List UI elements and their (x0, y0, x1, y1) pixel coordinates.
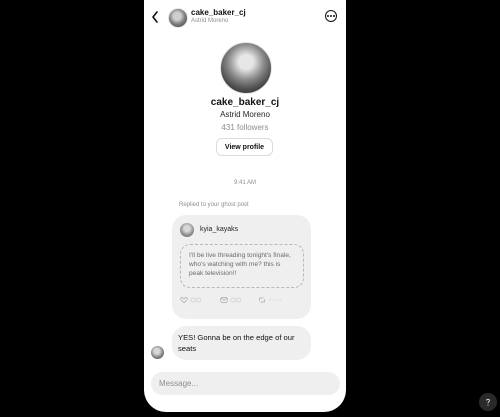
post-author-username: kyia_kayaks (200, 226, 239, 233)
share-icon (259, 297, 265, 303)
sender-avatar (151, 346, 164, 359)
shared-post-card[interactable]: kyia_kayaks I'll be live threading tonig… (172, 215, 311, 319)
share-count-placeholder (269, 299, 283, 301)
header-username[interactable]: cake_baker_cj (191, 8, 246, 17)
profile-followers: 431 followers (221, 123, 269, 132)
message-timestamp: 9:41 AM (233, 180, 256, 186)
share-action (258, 295, 284, 305)
dot (326, 15, 329, 17)
comment-icon (220, 297, 228, 303)
more-options-icon[interactable] (325, 10, 337, 22)
header-avatar[interactable] (168, 8, 188, 28)
like-count-placeholder (190, 297, 202, 303)
like-action (180, 295, 202, 305)
post-author-avatar (180, 223, 194, 237)
view-profile-button[interactable]: View profile (216, 138, 273, 156)
header-fullname: Astrid Moreno (191, 18, 229, 24)
dot (333, 15, 336, 17)
back-chevron-icon[interactable] (150, 9, 162, 25)
ghost-post-text: I'll be live threading tonight's finale,… (180, 244, 304, 288)
reply-message-bubble[interactable]: YES! Gonna be on the edge of our seats (172, 326, 311, 360)
conversation-header: cake_baker_cj Astrid Moreno (144, 0, 346, 34)
help-icon[interactable] (479, 393, 497, 411)
profile-fullname: Astrid Moreno (220, 110, 270, 119)
profile-username: cake_baker_cj (210, 97, 280, 108)
profile-avatar[interactable] (220, 42, 272, 94)
comment-count-placeholder (230, 297, 242, 303)
dot (330, 15, 332, 17)
message-input[interactable]: Message... (151, 372, 340, 395)
dm-screen: cake_baker_cj Astrid Moreno cake_baker_c… (144, 0, 346, 412)
like-icon (180, 297, 188, 304)
post-actions (180, 295, 305, 305)
question-glyph-icon (486, 398, 491, 406)
replied-label: Replied to your ghost post (179, 202, 249, 208)
comment-action (220, 295, 242, 305)
chevron-left-icon (152, 11, 158, 23)
